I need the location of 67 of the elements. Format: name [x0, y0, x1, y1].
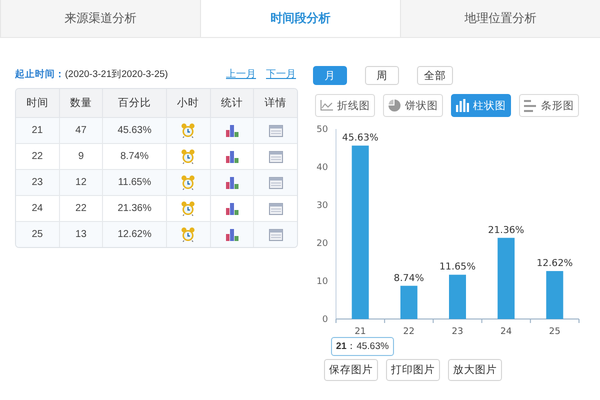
- chart-type-button[interactable]: 饼状图: [383, 94, 443, 117]
- calendar-icon[interactable]: [268, 228, 283, 240]
- tab[interactable]: 地理位置分析: [400, 0, 600, 37]
- calendar-icon[interactable]: [268, 202, 283, 214]
- axis-tick-label: 21: [354, 327, 366, 337]
- range-label: 起止时间：: [15, 68, 65, 80]
- alarm-clock-icon[interactable]: [181, 149, 196, 164]
- bar-chart-icon[interactable]: [226, 150, 238, 162]
- column-header: 统计: [210, 89, 254, 118]
- table-cell: 11.65%: [102, 170, 166, 196]
- value-label: 12.62%: [536, 258, 573, 270]
- axis-tick-label: 23: [452, 327, 464, 337]
- axis-tick-label: 50: [316, 125, 328, 135]
- table-cell: 12.62%: [102, 222, 166, 247]
- period-button[interactable]: 周: [365, 66, 399, 85]
- bar-chart-icon[interactable]: [226, 202, 238, 214]
- column-header: 百分比: [102, 89, 166, 118]
- calendar-icon[interactable]: [268, 124, 283, 136]
- bar-chart-icon[interactable]: [226, 124, 238, 136]
- table-cell: 12: [59, 170, 103, 196]
- axis-tick-label: 40: [316, 163, 328, 173]
- tab[interactable]: 来源渠道分析: [0, 0, 200, 37]
- column-header: 时间: [16, 89, 60, 118]
- chart-type-button[interactable]: 折线图: [315, 94, 375, 117]
- value-label: 8.74%: [394, 272, 424, 284]
- axis-tick-label: 25: [548, 327, 560, 337]
- action-button[interactable]: 放大图片: [448, 359, 502, 381]
- value-label: 21.36%: [488, 224, 524, 236]
- date-range: (2020-3-21到2020-3-25): [65, 68, 168, 80]
- line-chart-icon: [320, 100, 333, 111]
- bar[interactable]: [498, 238, 515, 319]
- bar[interactable]: [400, 286, 418, 319]
- table-cell: 47: [59, 118, 103, 144]
- column-chart-icon: [456, 99, 469, 112]
- nav-link[interactable]: 下一月: [266, 67, 296, 81]
- tooltip: 21：45.63%: [331, 337, 394, 356]
- nav-link[interactable]: 上一月: [226, 67, 256, 81]
- table-cell: 21: [16, 118, 60, 144]
- bar-chart-icon[interactable]: [226, 228, 238, 240]
- alarm-clock-icon[interactable]: [181, 227, 196, 242]
- alarm-clock-icon[interactable]: [181, 175, 196, 190]
- chart-type-button[interactable]: 条形图: [519, 94, 579, 117]
- axis-tick-label: 10: [316, 277, 328, 287]
- action-button[interactable]: 保存图片: [324, 359, 378, 381]
- table-cell: 25: [16, 222, 60, 247]
- column-header: 详情: [254, 89, 297, 118]
- alarm-clock-icon[interactable]: [181, 201, 196, 216]
- alarm-clock-icon[interactable]: [181, 123, 196, 138]
- table-cell: 45.63%: [102, 118, 166, 144]
- axis-tick-label: 22: [403, 327, 415, 337]
- calendar-icon[interactable]: [268, 150, 283, 162]
- axis-tick-label: 0: [322, 315, 328, 325]
- axis-tick-label: 30: [316, 201, 328, 211]
- value-label: 11.65%: [439, 262, 476, 273]
- table-cell: 23: [16, 170, 60, 196]
- bar-chart-icon: [524, 100, 537, 112]
- action-button[interactable]: 打印图片: [386, 359, 440, 381]
- column-header: 小时: [166, 89, 210, 118]
- column-header: 数量: [59, 89, 103, 118]
- calendar-icon[interactable]: [268, 176, 283, 188]
- axis-tick-label: 24: [500, 327, 512, 337]
- period-button[interactable]: 全部: [417, 66, 453, 85]
- pie-chart-icon: [388, 99, 401, 112]
- table-cell: 13: [59, 222, 103, 247]
- value-label: 45.63%: [342, 132, 378, 144]
- bar-chart-icon[interactable]: [226, 176, 238, 188]
- axis-tick-label: 20: [316, 239, 328, 249]
